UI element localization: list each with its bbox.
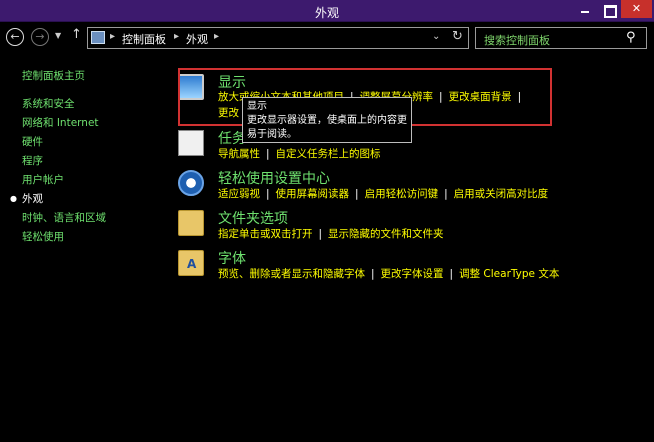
back-button[interactable]: ←: [6, 28, 24, 46]
link-single-double-click[interactable]: 指定单击或双击打开: [218, 228, 313, 240]
sidebar-item-clock-language-region[interactable]: 时钟、语言和区域: [22, 210, 106, 225]
title-bar: 外观 ✕: [0, 0, 654, 22]
ease-of-access-icon[interactable]: [178, 170, 204, 196]
category-title-ease-of-access[interactable]: 轻松使用设置中心: [218, 168, 330, 188]
sidebar-item-appearance[interactable]: 外观: [22, 191, 43, 206]
category-links-folder-options: 指定单击或双击打开 | 显示隐藏的文件和文件夹: [218, 228, 444, 240]
tooltip-line: 易于阅读。: [247, 129, 297, 140]
category-links-taskbar: 导航属性 | 自定义任务栏上的图标: [218, 148, 381, 160]
address-bar[interactable]: ▸ 控制面板 ▸ 外观 ▸ ⌄ ↻: [87, 27, 469, 49]
refresh-icon[interactable]: ↻: [452, 29, 463, 44]
category-links-ease-of-access: 适应弱视 | 使用屏幕阅读器 | 启用轻松访问键 | 启用或关闭高对比度: [218, 188, 549, 200]
recent-locations-chevron-icon[interactable]: ▼: [55, 31, 61, 40]
folder-icon[interactable]: [178, 210, 204, 236]
search-icon[interactable]: ⚲: [626, 30, 636, 45]
sidebar-item-programs[interactable]: 程序: [22, 153, 43, 168]
tooltip: 显示 更改显示器设置，使桌面上的内容更 易于阅读。: [242, 97, 412, 143]
breadcrumb-control-panel[interactable]: 控制面板: [122, 31, 166, 47]
sidebar-item-hardware[interactable]: 硬件: [22, 134, 43, 149]
font-icon[interactable]: [178, 250, 204, 276]
close-button[interactable]: ✕: [621, 0, 652, 18]
search-input[interactable]: 搜索控制面板 ⚲: [475, 27, 647, 49]
link-screen-reader[interactable]: 使用屏幕阅读器: [276, 188, 350, 200]
link-high-contrast[interactable]: 启用或关闭高对比度: [454, 188, 549, 200]
address-history-chevron-icon[interactable]: ⌄: [432, 31, 440, 42]
control-panel-icon: [91, 31, 105, 44]
link-access-keys[interactable]: 启用轻松访问键: [365, 188, 439, 200]
sidebar-item-system-security[interactable]: 系统和安全: [22, 96, 75, 111]
breadcrumb-separator-icon[interactable]: ▸: [174, 31, 179, 42]
breadcrumb-separator-icon[interactable]: ▸: [214, 31, 219, 42]
category-title-fonts[interactable]: 字体: [218, 248, 246, 268]
sidebar-item-network-internet[interactable]: 网络和 Internet: [22, 115, 99, 130]
tooltip-line: 更改显示器设置，使桌面上的内容更: [247, 115, 407, 126]
link-navigation-properties[interactable]: 导航属性: [218, 148, 260, 160]
search-placeholder: 搜索控制面板: [484, 34, 550, 47]
category-links-fonts: 预览、删除或者显示和隐藏字体 | 更改字体设置 | 调整 ClearType 文本: [218, 268, 560, 280]
forward-button[interactable]: →: [31, 28, 49, 46]
sidebar-item-control-panel-home[interactable]: 控制面板主页: [22, 68, 85, 83]
maximize-button[interactable]: [597, 0, 621, 18]
category-title-folder-options[interactable]: 文件夹选项: [218, 208, 288, 228]
tooltip-title: 显示: [247, 101, 267, 112]
sidebar-item-user-accounts[interactable]: 用户帐户: [22, 172, 64, 187]
link-taskbar-icons[interactable]: 自定义任务栏上的图标: [276, 148, 381, 160]
link-cleartype[interactable]: 调整 ClearType 文本: [459, 268, 559, 280]
taskbar-icon[interactable]: [178, 130, 204, 156]
link-preview-fonts[interactable]: 预览、删除或者显示和隐藏字体: [218, 268, 365, 280]
link-show-hidden-files[interactable]: 显示隐藏的文件和文件夹: [328, 228, 444, 240]
window-title: 外观: [314, 6, 339, 20]
navigation-bar: ← → ▼ ↑ ▸ 控制面板 ▸ 外观 ▸ ⌄ ↻ 搜索控制面板 ⚲: [0, 25, 654, 53]
breadcrumb-separator-icon[interactable]: ▸: [110, 31, 115, 42]
up-arrow-icon[interactable]: ↑: [71, 27, 82, 42]
current-item-bullet-icon: ●: [10, 194, 17, 203]
breadcrumb-appearance[interactable]: 外观: [186, 31, 208, 47]
link-font-settings[interactable]: 更改字体设置: [381, 268, 444, 280]
link-low-vision[interactable]: 适应弱视: [218, 188, 260, 200]
sidebar-item-ease-of-access[interactable]: 轻松使用: [22, 229, 64, 244]
minimize-button[interactable]: [573, 0, 597, 18]
